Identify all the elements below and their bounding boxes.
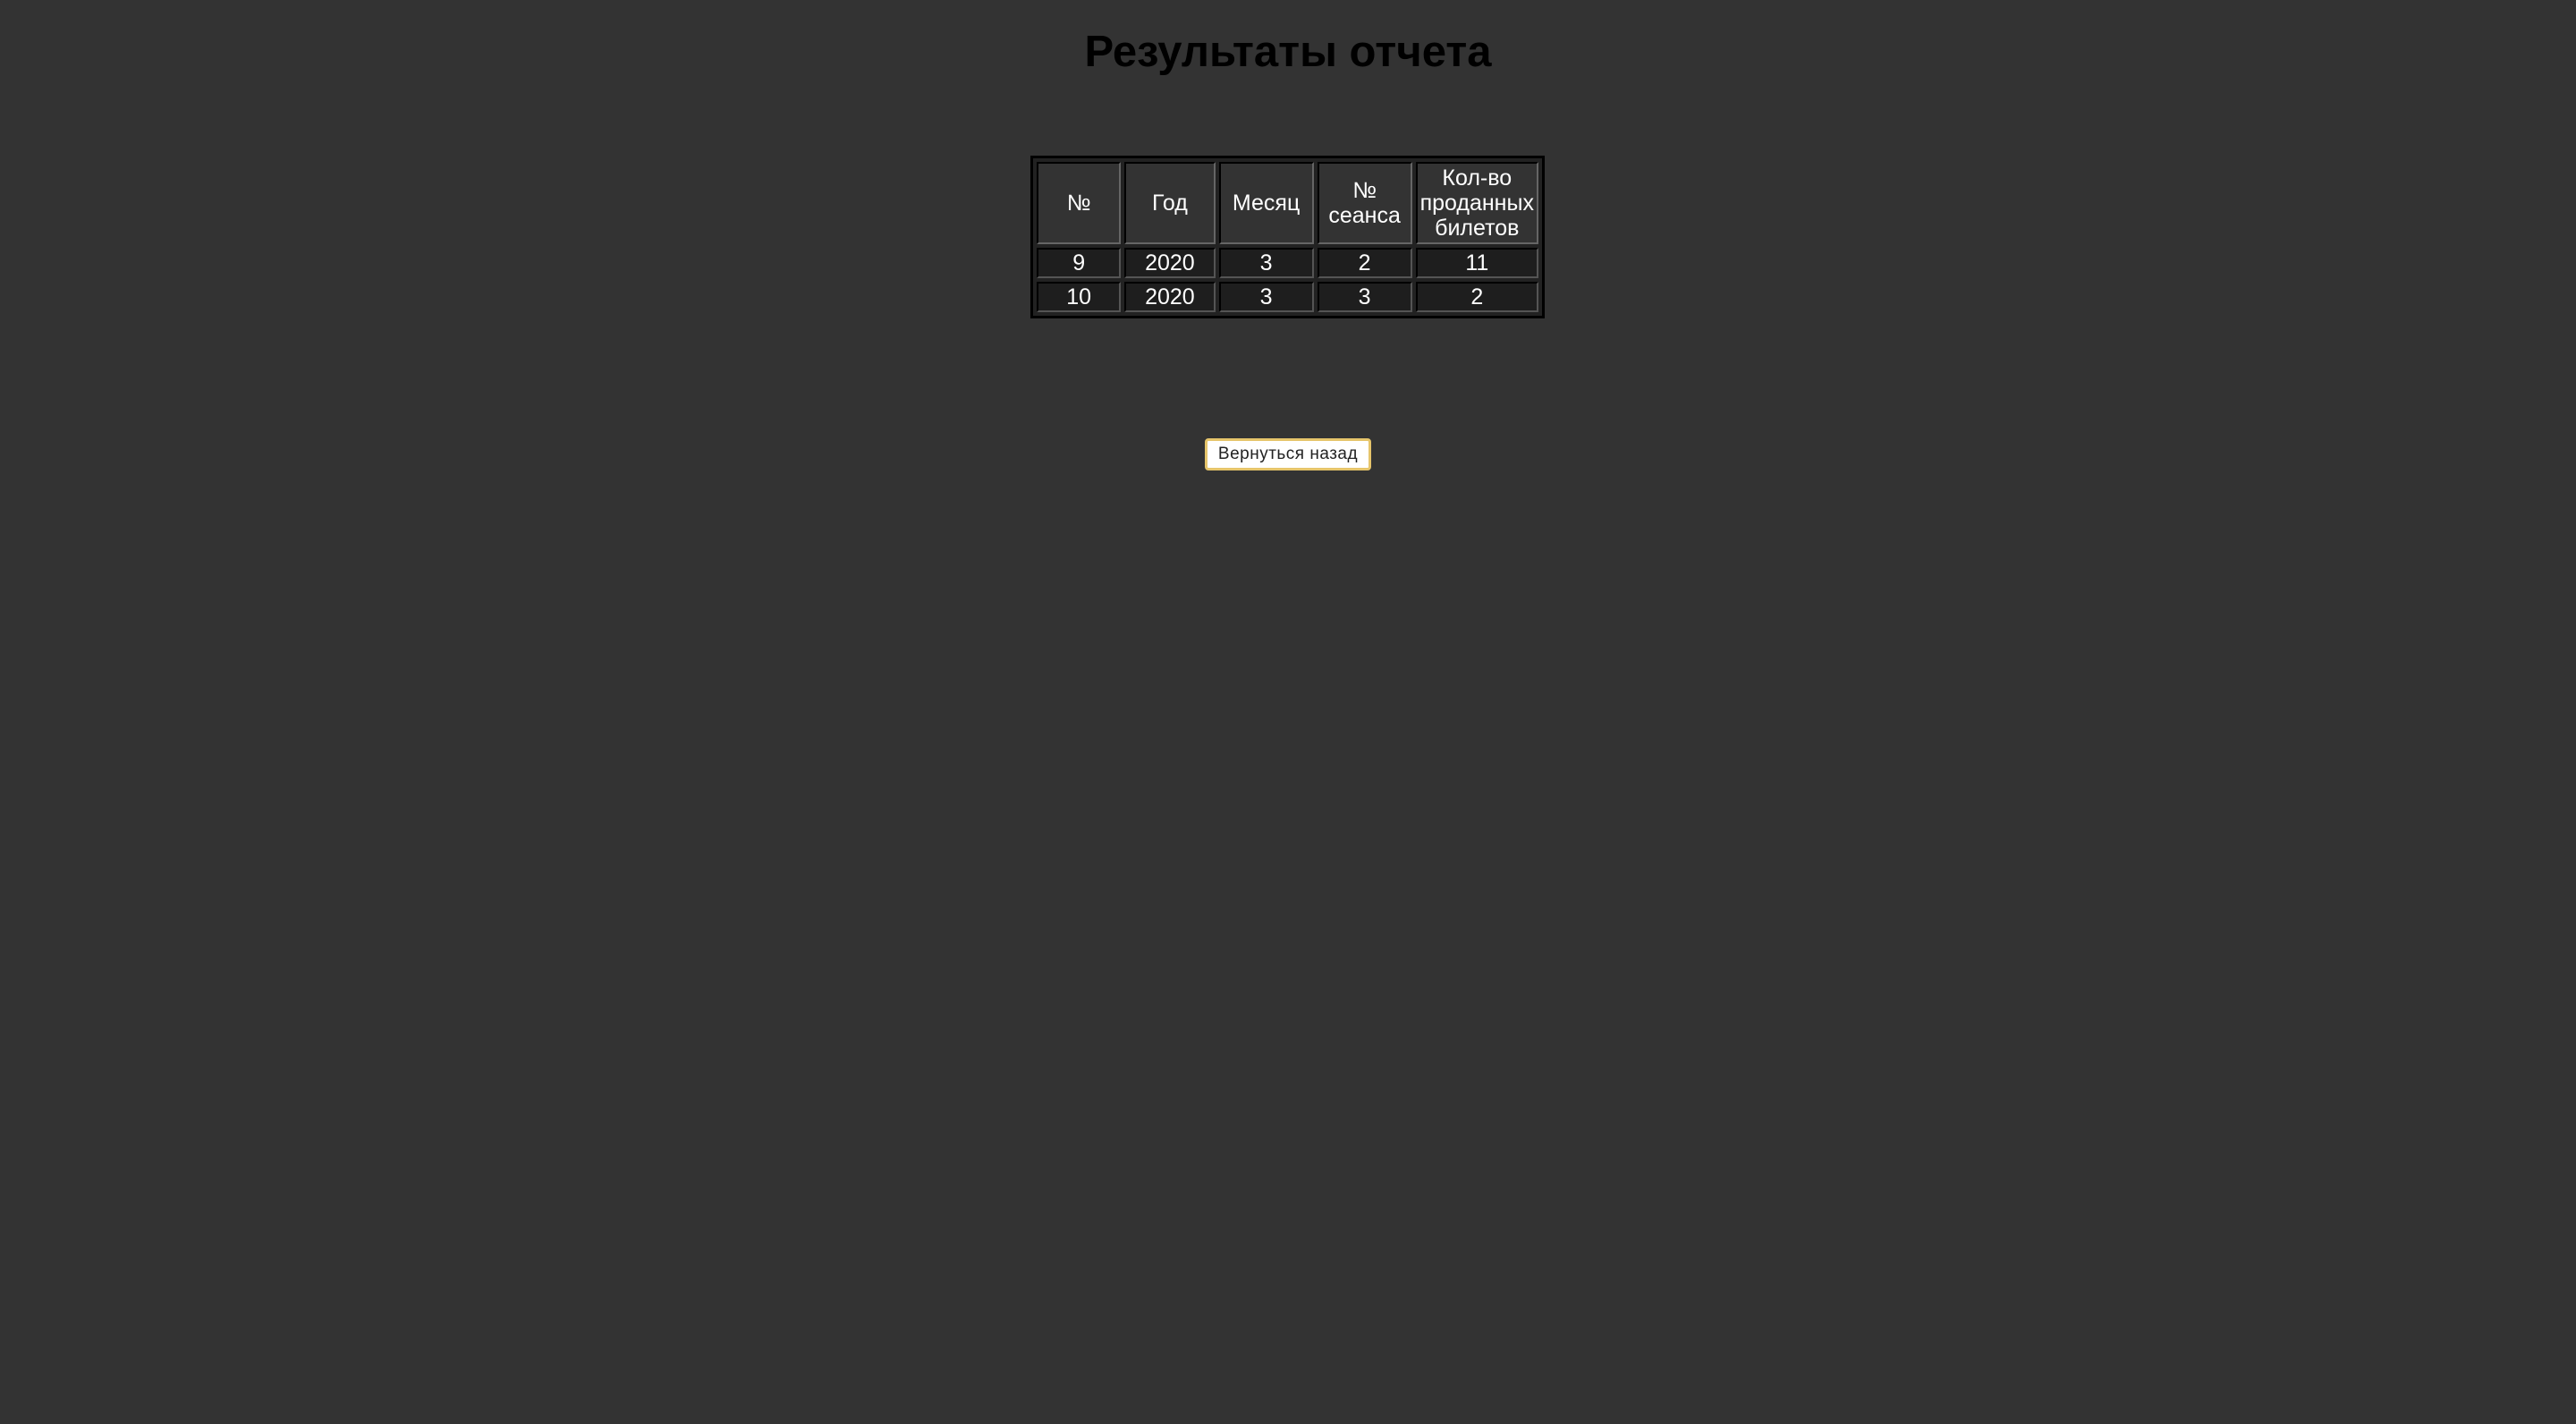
column-header-number: № xyxy=(1037,162,1122,244)
report-table: № Год Месяц № сеанса Кол-во проданных би… xyxy=(1030,156,1545,318)
column-header-year: Год xyxy=(1124,162,1216,244)
column-header-tickets-sold: Кол-во проданных билетов xyxy=(1415,162,1538,244)
cell-tickets-sold: 11 xyxy=(1415,248,1538,278)
table-header-row: № Год Месяц № сеанса Кол-во проданных би… xyxy=(1037,162,1538,244)
cell-month: 3 xyxy=(1218,248,1314,278)
actions-bar: Вернуться назад xyxy=(0,438,2576,470)
report-page: Результаты отчета № Год Месяц № сеанса К… xyxy=(0,0,2576,1424)
cell-year: 2020 xyxy=(1124,282,1216,312)
column-header-month: Месяц xyxy=(1218,162,1314,244)
back-button[interactable]: Вернуться назад xyxy=(1204,438,1372,470)
cell-month: 3 xyxy=(1218,282,1314,312)
column-header-session-number: № сеанса xyxy=(1317,162,1412,244)
table-row: 10 2020 3 3 2 xyxy=(1037,282,1538,312)
cell-year: 2020 xyxy=(1124,248,1216,278)
cell-number: 10 xyxy=(1037,282,1122,312)
cell-session-number: 2 xyxy=(1317,248,1412,278)
table-row: 9 2020 3 2 11 xyxy=(1037,248,1538,278)
cell-session-number: 3 xyxy=(1317,282,1412,312)
cell-tickets-sold: 2 xyxy=(1415,282,1538,312)
page-title: Результаты отчета xyxy=(1084,28,1492,76)
cell-number: 9 xyxy=(1037,248,1122,278)
